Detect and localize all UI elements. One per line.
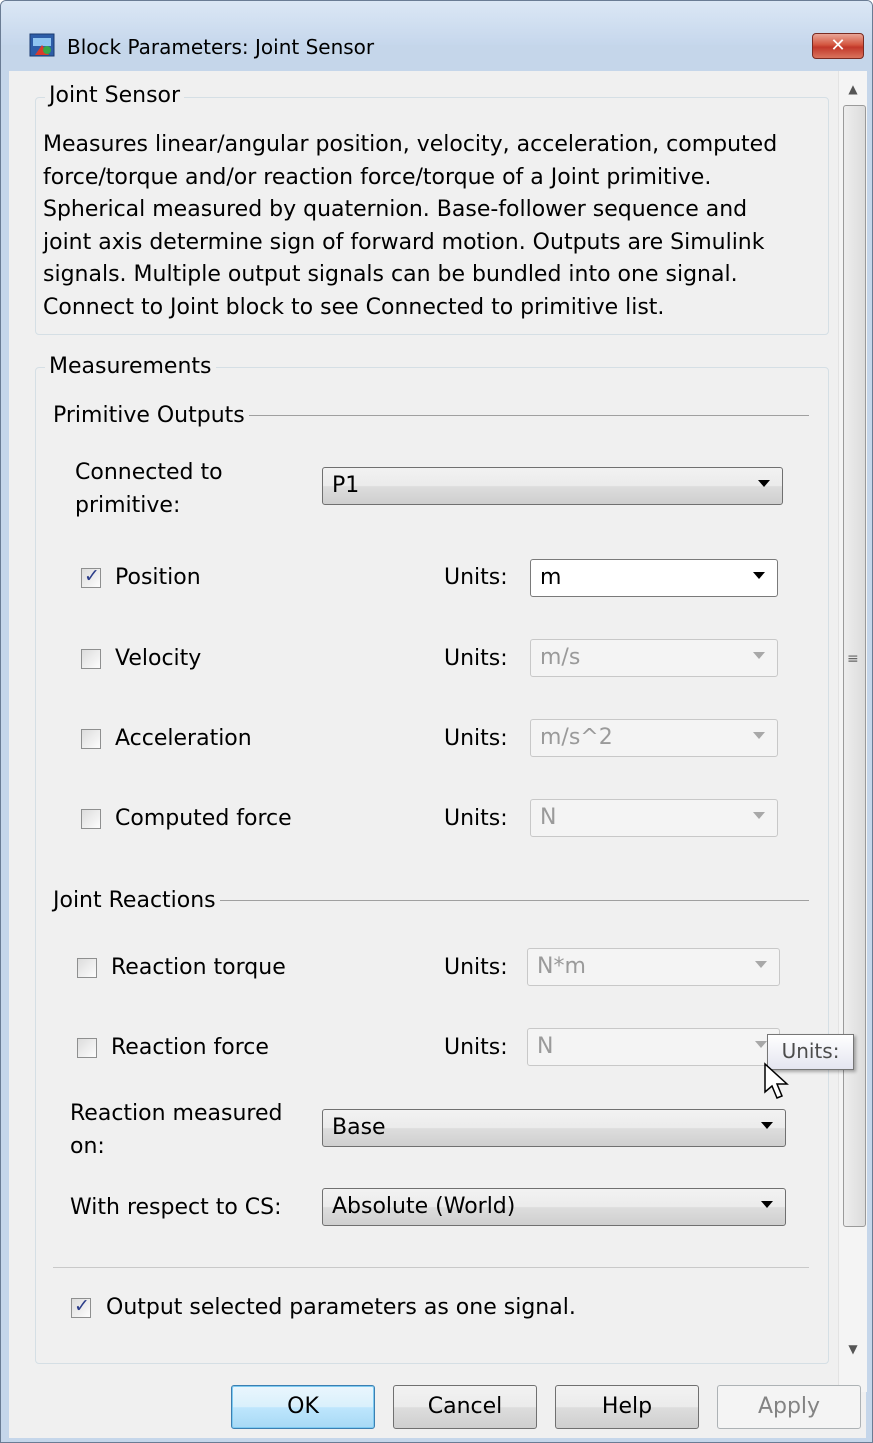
checkmark-icon: ✓ — [84, 565, 100, 587]
reaction-torque-units-value: N*m — [537, 954, 586, 979]
description-line: joint axis determine sign of forward mot… — [43, 229, 765, 255]
checkmark-icon: ✓ — [74, 1295, 90, 1317]
reaction-measured-on-value: Base — [332, 1115, 386, 1140]
chevron-down-icon — [753, 572, 765, 579]
chevron-down-icon — [761, 1201, 773, 1208]
computed-force-units-value: N — [540, 805, 557, 830]
close-button[interactable]: ✕ — [812, 33, 864, 59]
chevron-down-icon — [761, 1122, 773, 1129]
close-icon: ✕ — [830, 35, 846, 56]
computed-force-checkbox[interactable] — [81, 809, 101, 829]
reaction-measured-on-select[interactable]: Base — [322, 1109, 786, 1147]
velocity-units-value: m/s — [540, 645, 581, 670]
window-title: Block Parameters: Joint Sensor — [67, 35, 375, 59]
chevron-down-icon — [753, 652, 765, 659]
joint-reactions-label: Joint Reactions — [53, 888, 220, 914]
grip-icon: ≡ — [847, 651, 859, 667]
reaction-force-units-select[interactable]: N — [527, 1028, 780, 1066]
primitive-outputs-label: Primitive Outputs — [53, 403, 249, 429]
description-line: Spherical measured by quaternion. Base-f… — [43, 197, 748, 222]
apply-button[interactable]: Apply — [717, 1385, 861, 1429]
reaction-torque-checkbox[interactable] — [77, 958, 97, 978]
cancel-button[interactable]: Cancel — [393, 1385, 537, 1429]
reaction-torque-label: Reaction torque — [111, 955, 286, 980]
reaction-force-units-label: Units: — [444, 1035, 508, 1060]
output-options-divider — [53, 1267, 809, 1268]
acceleration-units-select[interactable]: m/s^2 — [530, 719, 778, 757]
description-line: signals. Multiple output signals can be … — [43, 262, 738, 287]
chevron-down-icon — [755, 1041, 767, 1048]
parameters-scroll-area: Joint Sensor Measures linear/angular pos… — [9, 71, 838, 1392]
dialog-window: Block Parameters: Joint Sensor ✕ Joint S… — [0, 0, 873, 1443]
position-checkbox[interactable]: ✓ — [81, 565, 101, 588]
output-one-signal-checkbox[interactable]: ✓ — [71, 1295, 91, 1318]
connected-to-primitive-select[interactable]: P1 — [322, 467, 783, 505]
scroll-down-arrow-icon[interactable]: ▼ — [839, 1337, 867, 1361]
vertical-scrollbar[interactable]: ▲ ≡ ▼ — [838, 71, 867, 1392]
connected-to-label-line2: primitive: — [75, 493, 181, 518]
reaction-measured-on-label-line1: Reaction measured — [70, 1101, 283, 1126]
position-units-label: Units: — [444, 565, 508, 590]
reaction-torque-units-select[interactable]: N*m — [527, 948, 780, 986]
description-line: force/torque and/or reaction force/torqu… — [43, 164, 712, 190]
with-respect-to-cs-value: Absolute (World) — [332, 1194, 516, 1219]
ok-button[interactable]: OK — [231, 1385, 375, 1429]
description-line: Connect to Joint block to see Connected … — [43, 294, 665, 320]
reaction-measured-on-label-line2: on: — [70, 1134, 105, 1159]
chevron-down-icon — [753, 812, 765, 819]
velocity-units-select[interactable]: m/s — [530, 639, 778, 677]
dialog-client-area: Joint Sensor Measures linear/angular pos… — [9, 71, 867, 1438]
position-units-value: m — [540, 565, 562, 590]
reaction-force-checkbox[interactable] — [77, 1038, 97, 1058]
computed-force-units-select[interactable]: N — [530, 799, 778, 837]
output-one-signal-label: Output selected parameters as one signal… — [106, 1295, 576, 1320]
computed-force-units-label: Units: — [444, 806, 508, 831]
with-respect-to-cs-label: With respect to CS: — [70, 1195, 282, 1220]
chevron-down-icon — [758, 480, 770, 487]
acceleration-label: Acceleration — [115, 726, 252, 751]
acceleration-units-label: Units: — [444, 726, 508, 751]
position-label: Position — [115, 565, 201, 590]
connected-to-primitive-value: P1 — [332, 473, 360, 498]
position-units-select[interactable]: m — [530, 559, 778, 597]
acceleration-units-value: m/s^2 — [540, 725, 613, 750]
velocity-units-label: Units: — [444, 646, 508, 671]
with-respect-to-cs-select[interactable]: Absolute (World) — [322, 1188, 786, 1226]
description-group-legend: Joint Sensor — [45, 83, 185, 109]
computed-force-label: Computed force — [115, 806, 292, 831]
chevron-down-icon — [753, 732, 765, 739]
acceleration-checkbox[interactable] — [81, 729, 101, 749]
velocity-label: Velocity — [115, 646, 202, 671]
velocity-checkbox[interactable] — [81, 649, 101, 669]
reaction-force-label: Reaction force — [111, 1035, 269, 1060]
block-description: Measures linear/angular position, veloci… — [43, 129, 823, 324]
mouse-cursor-icon — [764, 1062, 789, 1099]
simulink-app-icon — [29, 33, 55, 57]
reaction-force-units-value: N — [537, 1034, 554, 1059]
help-button[interactable]: Help — [555, 1385, 699, 1429]
description-line: Measures linear/angular position, veloci… — [43, 132, 778, 157]
measurements-group-legend: Measurements — [45, 354, 216, 380]
scroll-up-arrow-icon[interactable]: ▲ — [839, 77, 867, 101]
connected-to-label-line1: Connected to — [75, 460, 223, 485]
chevron-down-icon — [755, 961, 767, 968]
reaction-torque-units-label: Units: — [444, 955, 508, 980]
